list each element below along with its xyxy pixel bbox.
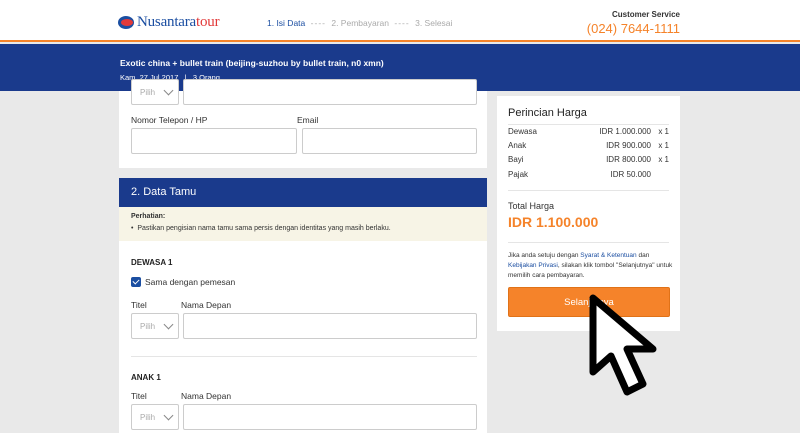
select-value: Pilih bbox=[140, 88, 156, 97]
notice-item: • Pastikan pengisian nama tamu sama pers… bbox=[131, 225, 391, 232]
divider bbox=[508, 124, 669, 125]
top-header: Nusantaratour 1. Isi Data ---- 2. Pembay… bbox=[0, 0, 800, 42]
customer-service: Customer Service (024) 7644-1111 bbox=[587, 10, 680, 36]
chevron-down-icon bbox=[163, 410, 174, 421]
price-row-qty: x 1 bbox=[658, 141, 669, 150]
divider bbox=[508, 242, 669, 243]
child-title-select[interactable]: Pilih bbox=[131, 404, 179, 430]
step-pembayaran: 2. Pembayaran bbox=[331, 18, 390, 28]
price-row-amount: IDR 50.000 bbox=[610, 170, 651, 179]
price-row-amount: IDR 1.000.000 bbox=[599, 127, 651, 136]
price-row-amount: IDR 900.000 bbox=[606, 141, 651, 150]
adult-first-name-input[interactable] bbox=[183, 313, 477, 339]
step-isi-data: 1. Isi Data bbox=[267, 18, 306, 28]
select-value: Pilih bbox=[140, 322, 156, 331]
adult-1-heading: DEWASA 1 bbox=[131, 258, 173, 267]
customer-service-phone[interactable]: (024) 7644-1111 bbox=[587, 21, 680, 36]
step-separator: ---- bbox=[394, 18, 410, 28]
price-row-label: Anak bbox=[508, 141, 527, 150]
email-input[interactable] bbox=[302, 128, 477, 154]
price-row-label: Dewasa bbox=[508, 127, 537, 136]
email-label: Email bbox=[297, 115, 319, 125]
child-first-name-label: Nama Depan bbox=[181, 391, 232, 401]
child-1-heading: ANAK 1 bbox=[131, 373, 161, 382]
guest-section-title: 2. Data Tamu bbox=[131, 186, 197, 198]
step-selesai: 3. Selesai bbox=[415, 18, 453, 28]
price-row-qty: x 1 bbox=[658, 155, 669, 164]
same-as-booker-checkbox[interactable] bbox=[131, 277, 141, 287]
price-summary-title: Perincian Harga bbox=[508, 107, 587, 119]
total-price-label: Total Harga bbox=[508, 201, 555, 211]
contact-form-card: Pilih Nomor Telepon / HP Email bbox=[119, 79, 487, 168]
terms-text: Jika anda setuju dengan Syarat & Ketentu… bbox=[508, 252, 673, 279]
divider bbox=[508, 190, 669, 191]
checkout-steps: 1. Isi Data ---- 2. Pembayaran ---- 3. S… bbox=[267, 18, 452, 28]
customer-service-label: Customer Service bbox=[611, 10, 680, 19]
child-title-label: Titel bbox=[131, 391, 147, 401]
privacy-link[interactable]: Kebijakan Privasi bbox=[508, 262, 558, 269]
logo-wave-icon bbox=[118, 15, 134, 29]
select-value: Pilih bbox=[140, 413, 156, 422]
price-row-tax: Pajak IDR 50.000 bbox=[508, 170, 669, 182]
child-first-name-input[interactable] bbox=[183, 404, 477, 430]
step-separator: ---- bbox=[310, 18, 326, 28]
booker-title-select[interactable]: Pilih bbox=[131, 79, 179, 105]
guest-divider bbox=[131, 356, 477, 357]
trip-title: Exotic china + bullet train (beijing-suz… bbox=[120, 58, 384, 68]
notice-title: Perhatian: bbox=[131, 213, 166, 220]
booker-name-input[interactable] bbox=[183, 79, 477, 105]
terms-link[interactable]: Syarat & Ketentuan bbox=[580, 252, 636, 259]
price-row-infant: Bayi IDR 800.000 x 1 bbox=[508, 155, 669, 167]
price-row-label: Pajak bbox=[508, 170, 529, 179]
guest-section-header: 2. Data Tamu bbox=[119, 178, 487, 207]
guest-data-card: 2. Data Tamu Perhatian: • Pastikan pengi… bbox=[119, 178, 487, 433]
chevron-down-icon bbox=[163, 319, 174, 330]
price-row-adult: Dewasa IDR 1.000.000 x 1 bbox=[508, 127, 669, 139]
same-as-booker-label[interactable]: Sama dengan pemesan bbox=[145, 277, 235, 287]
price-row-label: Bayi bbox=[508, 155, 524, 164]
adult-first-name-label: Nama Depan bbox=[181, 300, 232, 310]
price-row-qty: x 1 bbox=[658, 127, 669, 136]
phone-input[interactable] bbox=[131, 128, 297, 154]
phone-label: Nomor Telepon / HP bbox=[131, 115, 208, 125]
chevron-down-icon bbox=[163, 85, 174, 96]
arrow-cursor-icon bbox=[589, 294, 657, 396]
price-row-amount: IDR 800.000 bbox=[606, 155, 651, 164]
guest-notice: Perhatian: • Pastikan pengisian nama tam… bbox=[119, 207, 487, 241]
logo-text: Nusantaratour bbox=[137, 14, 220, 30]
brand-logo[interactable]: Nusantaratour bbox=[118, 13, 220, 31]
adult-title-label: Titel bbox=[131, 300, 147, 310]
total-price-amount: IDR 1.100.000 bbox=[508, 214, 599, 230]
adult-title-select[interactable]: Pilih bbox=[131, 313, 179, 339]
price-row-child: Anak IDR 900.000 x 1 bbox=[508, 141, 669, 153]
